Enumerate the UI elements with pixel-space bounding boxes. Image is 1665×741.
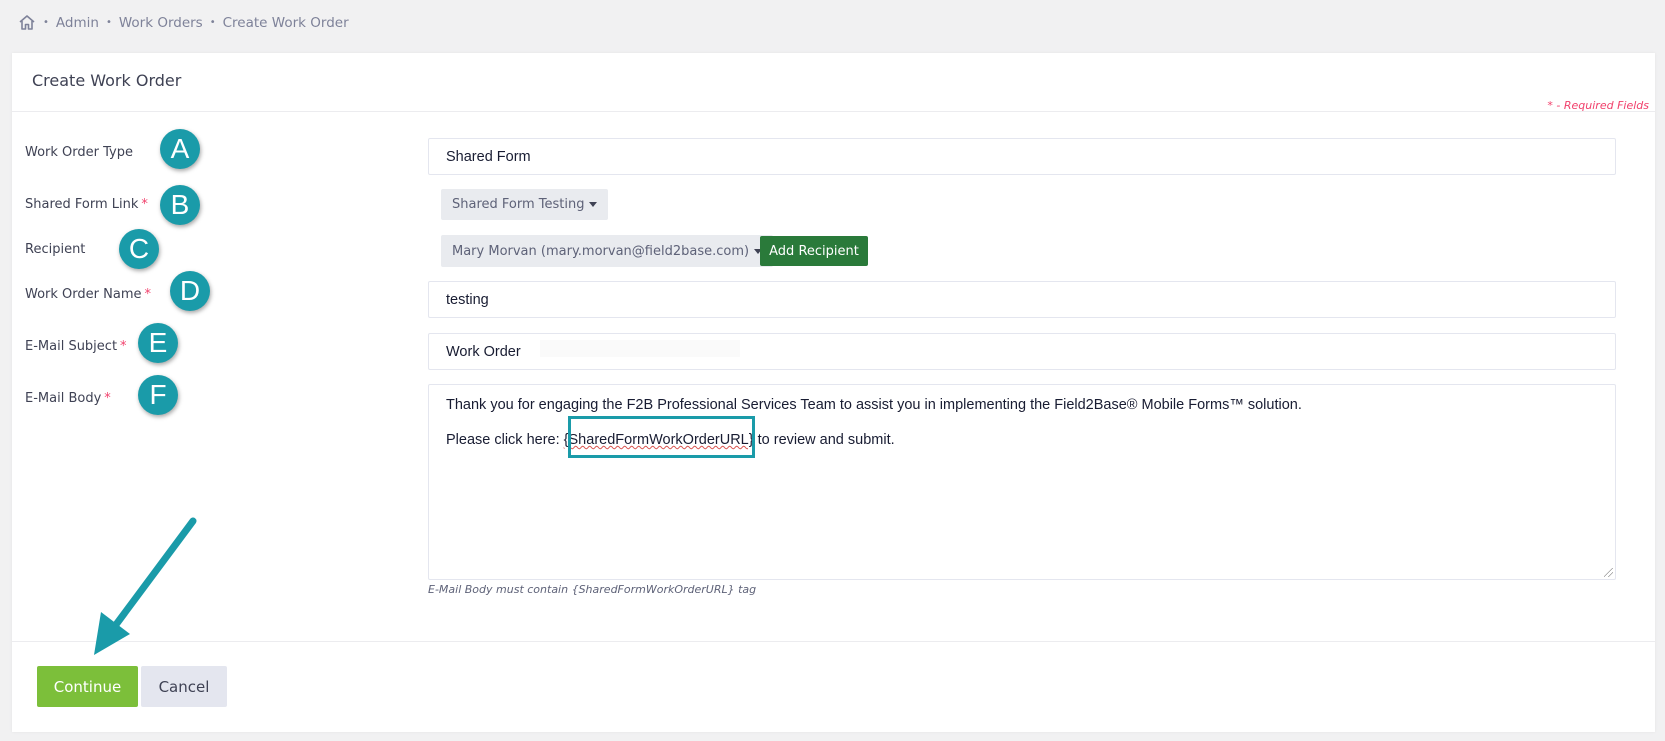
shared-form-link-selected: Shared Form Testing xyxy=(452,197,585,212)
email-subject-redacted-area xyxy=(540,340,740,357)
breadcrumb: • Admin • Work Orders • Create Work Orde… xyxy=(18,14,349,31)
email-body-line-1: Thank you for engaging the F2B Professio… xyxy=(446,397,1302,413)
card-header: Create Work Order * - Required Fields xyxy=(12,53,1655,112)
home-icon[interactable] xyxy=(18,14,36,31)
cancel-button[interactable]: Cancel xyxy=(141,666,227,707)
recipient-selected: Mary Morvan (mary.morvan@field2base.com) xyxy=(452,243,750,259)
marker-a-badge: A xyxy=(160,129,200,169)
marker-b-badge: B xyxy=(160,185,200,225)
breadcrumb-separator: • xyxy=(209,17,216,28)
marker-e-badge: E xyxy=(138,323,178,363)
work-order-type-label-text: Work Order Type xyxy=(25,145,133,160)
work-order-type-value: Shared Form xyxy=(446,148,531,165)
recipient-dropdown[interactable]: Mary Morvan (mary.morvan@field2base.com) xyxy=(441,235,774,267)
resize-handle-icon[interactable] xyxy=(1604,568,1613,577)
breadcrumb-separator: • xyxy=(105,17,112,28)
required-asterisk: * xyxy=(104,391,111,406)
required-fields-note: * - Required Fields xyxy=(1547,99,1649,112)
required-asterisk: * xyxy=(141,197,148,212)
email-subject-label: E-Mail Subject * xyxy=(25,339,127,354)
shared-form-link-label: Shared Form Link * xyxy=(25,197,148,212)
recipient-label-text: Recipient xyxy=(25,242,86,257)
email-subject-label-text: E-Mail Subject xyxy=(25,339,118,354)
footer-divider xyxy=(12,641,1655,642)
email-body-label-text: E-Mail Body xyxy=(25,391,102,406)
page-title: Create Work Order xyxy=(32,71,182,90)
work-order-name-field[interactable]: testing xyxy=(428,281,1616,318)
shared-form-link-label-text: Shared Form Link xyxy=(25,197,139,212)
work-order-name-value: testing xyxy=(446,291,489,308)
required-asterisk: * xyxy=(144,287,151,302)
email-subject-value: Work Order xyxy=(446,343,521,360)
breadcrumb-work-orders[interactable]: Work Orders xyxy=(119,15,203,31)
add-recipient-button[interactable]: Add Recipient xyxy=(760,236,868,266)
work-order-type-label: Work Order Type xyxy=(25,145,133,160)
marker-d-badge: D xyxy=(170,271,210,311)
marker-c-badge: C xyxy=(119,229,159,269)
work-order-name-label-text: Work Order Name xyxy=(25,287,142,302)
email-body-label: E-Mail Body * xyxy=(25,391,111,406)
breadcrumb-create-work-order: Create Work Order xyxy=(222,14,349,31)
marker-f-badge: F xyxy=(138,375,178,415)
continue-button[interactable]: Continue xyxy=(37,666,138,707)
work-order-name-label: Work Order Name * xyxy=(25,287,151,302)
caret-down-icon xyxy=(589,202,598,207)
tag-highlight-box xyxy=(568,416,755,458)
shared-form-link-dropdown[interactable]: Shared Form Testing xyxy=(441,189,609,220)
email-body-line-2-prefix: Please click here: xyxy=(446,432,564,448)
email-body-textarea[interactable]: Thank you for engaging the F2B Professio… xyxy=(428,384,1616,580)
email-body-line-2-suffix: to review and submit. xyxy=(753,432,895,448)
work-order-type-field[interactable]: Shared Form xyxy=(428,138,1616,175)
breadcrumb-admin[interactable]: Admin xyxy=(56,15,99,31)
recipient-label: Recipient xyxy=(25,242,85,257)
required-asterisk: * xyxy=(120,339,127,354)
breadcrumb-separator: • xyxy=(43,17,49,28)
email-body-hint: E-Mail Body must contain {SharedFormWork… xyxy=(428,583,757,596)
